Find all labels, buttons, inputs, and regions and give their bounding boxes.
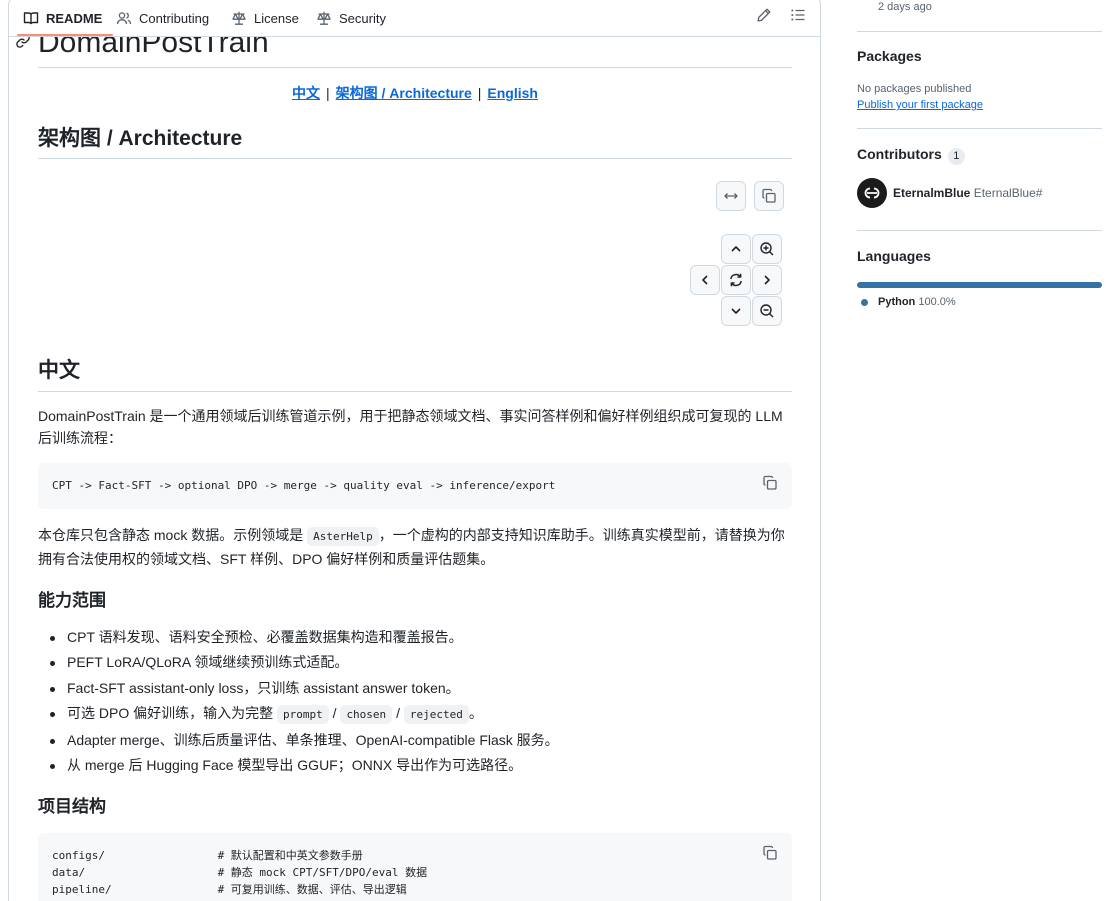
reset-view-button[interactable] xyxy=(721,265,751,295)
structure-code: configs/ # 默认配置和中英文参数手册 data/ # 静态 mock … xyxy=(52,849,428,896)
contributor-logo-icon xyxy=(864,187,880,199)
capabilities-heading: 能力范围 xyxy=(38,591,106,610)
capabilities-list: CPT 语料发现、语料安全预检、必覆盖数据集构造和覆盖报告。 PEFT LoRA… xyxy=(38,625,559,778)
tab-security[interactable]: Security xyxy=(316,7,386,29)
prompt-code: prompt xyxy=(277,705,329,725)
languages-heading: Languages xyxy=(857,248,931,264)
copy-diagram-button[interactable] xyxy=(754,181,784,211)
law-scale-icon xyxy=(317,11,331,25)
pipeline-code-block: CPT -> Fact-SFT -> optional DPO -> merge… xyxy=(38,463,792,509)
publish-package-link[interactable]: Publish your first package xyxy=(857,99,983,111)
contributors-heading[interactable]: Contributors 1 xyxy=(857,146,965,165)
tab-contributing-label: Contributing xyxy=(139,10,210,26)
pan-up-button[interactable] xyxy=(721,234,751,264)
architecture-diagram[interactable] xyxy=(38,171,792,331)
language-percent: 100.0% xyxy=(918,296,956,308)
code-separator: / xyxy=(396,705,400,722)
sidebar-divider xyxy=(857,128,1102,129)
title-divider xyxy=(38,67,792,68)
link-architecture[interactable]: 架构图 / Architecture xyxy=(336,85,472,101)
chevron-right-icon xyxy=(764,275,770,285)
tab-contributing[interactable]: Contributing xyxy=(116,7,209,29)
tab-readme-label: README xyxy=(46,10,103,26)
chevron-down-icon xyxy=(731,308,741,314)
dpo-text: 可选 DPO 偏好训练，输入为完整 xyxy=(67,705,274,722)
chosen-code: chosen xyxy=(340,705,393,725)
list-item: 从 merge 后 Hugging Face 模型导出 GGUF；ONNX 导出… xyxy=(38,753,559,778)
pan-right-button[interactable] xyxy=(752,265,782,295)
pan-left-button[interactable] xyxy=(690,265,720,295)
zoom-in-icon xyxy=(760,242,774,256)
language-entry[interactable]: Python 100.0% xyxy=(878,296,956,308)
link-zh[interactable]: 中文 xyxy=(292,85,320,101)
dpo-suffix: 。 xyxy=(468,705,483,722)
pipeline-code: CPT -> Fact-SFT -> optional DPO -> merge… xyxy=(52,479,556,492)
architecture-divider xyxy=(38,158,792,159)
contributor-entry[interactable]: EternalmBlue EternalBlue# xyxy=(893,186,1042,200)
lang-separator: | xyxy=(326,85,330,101)
contributor-name: EternalmBlue xyxy=(893,186,971,200)
architecture-heading: 架构图 / Architecture xyxy=(38,127,243,150)
copy-icon xyxy=(762,188,776,203)
zoom-in-button[interactable] xyxy=(752,234,782,264)
intro-paragraph: DomainPostTrain 是一个通用领域后训练管道示例，用于把静态领域文档… xyxy=(38,408,783,446)
release-time: 2 days ago xyxy=(878,1,932,13)
list-item: Adapter merge、训练后质量评估、单条推理、OpenAI-compat… xyxy=(38,728,559,753)
sync-icon xyxy=(730,273,742,287)
sidebar-divider xyxy=(857,230,1102,231)
zh-divider xyxy=(38,391,792,392)
readme-tools xyxy=(756,7,806,23)
lang-separator: | xyxy=(477,85,482,101)
language-links: 中文 | 架构图 / Architecture | English xyxy=(38,83,792,103)
arrow-both-icon xyxy=(724,193,738,199)
pencil-icon[interactable] xyxy=(756,7,772,23)
copy-icon[interactable] xyxy=(762,845,778,861)
tab-license-label: License xyxy=(254,10,299,26)
zh-heading: 中文 xyxy=(38,359,80,382)
list-item: 可选 DPO 偏好训练，输入为完整 prompt / chosen / reje… xyxy=(38,701,559,727)
list-unordered-icon[interactable] xyxy=(790,7,806,23)
contributor-handle: EternalBlue# xyxy=(973,186,1043,200)
zoom-out-icon xyxy=(760,304,774,318)
chevron-left-icon xyxy=(702,275,708,285)
domain-code: AsterHelp xyxy=(307,527,379,546)
active-tab-indicator xyxy=(17,34,113,36)
list-item: PEFT LoRA/QLoRA 领域继续预训练式适配。 xyxy=(38,650,559,675)
language-name: Python xyxy=(878,296,916,308)
mock-text-start: 本仓库只包含静态 mock 数据。示例领域是 xyxy=(38,527,304,543)
link-english[interactable]: English xyxy=(487,85,538,101)
structure-heading: 项目结构 xyxy=(38,797,106,816)
copy-icon[interactable] xyxy=(762,475,778,491)
structure-code-block: configs/ # 默认配置和中英文参数手册 data/ # 静态 mock … xyxy=(38,833,792,901)
packages-heading[interactable]: Packages xyxy=(857,48,922,64)
list-item: Fact-SFT assistant-only loss，只训练 assista… xyxy=(38,676,559,701)
tab-license[interactable]: License xyxy=(231,7,299,29)
packages-empty-text: No packages published xyxy=(857,83,972,95)
mock-data-paragraph: 本仓库只包含静态 mock 数据。示例领域是 AsterHelp ，一个虚构的内部… xyxy=(38,524,792,570)
tab-readme[interactable]: README xyxy=(23,7,102,29)
code-separator: / xyxy=(332,705,337,722)
fullscreen-toggle-button[interactable] xyxy=(716,181,746,211)
readme-panel: README Contributing License Security Dom… xyxy=(8,0,821,901)
language-color-dot xyxy=(861,299,868,306)
language-bar xyxy=(857,282,1102,288)
pan-down-button[interactable] xyxy=(721,296,751,326)
zoom-out-button[interactable] xyxy=(752,296,782,326)
law-scale-icon xyxy=(232,11,246,25)
book-icon xyxy=(23,12,39,25)
tab-security-label: Security xyxy=(339,10,386,26)
rejected-code: rejected xyxy=(403,705,469,725)
readme-tabbar: README Contributing License Security xyxy=(9,0,820,37)
avatar[interactable] xyxy=(857,178,887,208)
sidebar-divider xyxy=(857,31,1102,32)
people-icon xyxy=(116,12,132,25)
chevron-up-icon xyxy=(731,246,741,252)
list-item: CPT 语料发现、语料安全预检、必覆盖数据集构造和覆盖报告。 xyxy=(38,625,559,650)
contributors-count-badge: 1 xyxy=(947,148,965,165)
